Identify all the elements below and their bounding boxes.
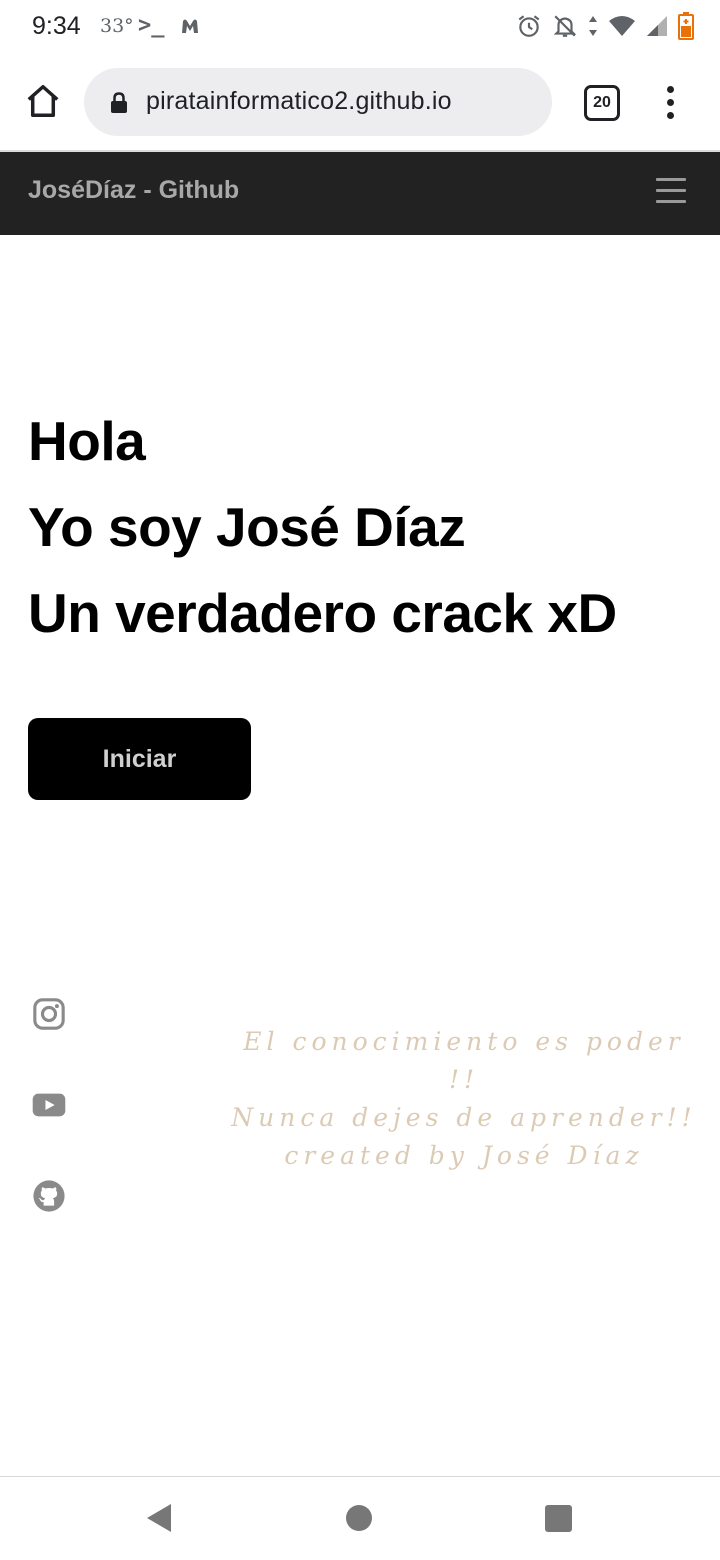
status-time: 9:34 <box>32 12 81 40</box>
instagram-icon[interactable] <box>32 997 66 1031</box>
quote-line-1: El conocimiento es poder !! <box>243 1027 685 1094</box>
home-circle-icon[interactable] <box>346 1505 372 1531</box>
lock-icon[interactable] <box>110 92 128 119</box>
address-bar[interactable]: piratainformatico2.github.io <box>84 68 552 136</box>
notifications-off-icon <box>553 15 577 37</box>
start-button[interactable]: Iniciar <box>28 718 251 800</box>
status-bar: 9:34 33° >_ <box>0 0 720 54</box>
battery-low-icon <box>678 12 694 40</box>
hero-line-1: Hola <box>28 410 146 472</box>
recents-icon[interactable] <box>545 1505 572 1532</box>
more-vert-icon[interactable] <box>662 86 680 120</box>
hamburger-menu-icon[interactable] <box>656 178 686 204</box>
url-text[interactable]: piratainformatico2.github.io <box>146 87 452 116</box>
brand-link[interactable]: JoséDíaz - Github <box>28 176 239 205</box>
quote-line-2: Nunca dejes de aprender!! <box>231 1103 697 1132</box>
status-icons <box>516 12 694 40</box>
site-navbar: JoséDíaz - Github <box>0 152 720 235</box>
quote-line-3: created by José Díaz <box>284 1141 644 1170</box>
alarm-icon <box>518 15 540 37</box>
hero-line-3: Un verdadero crack xD <box>28 582 617 644</box>
youtube-icon[interactable] <box>32 1088 66 1122</box>
malwarebytes-icon <box>178 14 202 43</box>
back-icon[interactable] <box>146 1503 172 1538</box>
tabs-icon[interactable]: 20 <box>584 85 620 121</box>
browser-toolbar: piratainformatico2.github.io 20 <box>0 54 720 150</box>
status-temperature: 33° <box>100 15 134 37</box>
android-nav-bar <box>0 1477 720 1560</box>
terminal-icon: >_ <box>138 13 165 38</box>
data-arrows-icon <box>589 16 597 36</box>
cell-signal-icon <box>647 16 667 36</box>
hero-line-2: Yo soy José Díaz <box>28 496 466 558</box>
wifi-icon <box>609 16 635 36</box>
home-icon[interactable] <box>24 82 62 120</box>
github-icon[interactable] <box>32 1179 66 1213</box>
quote: El conocimiento es poder !! Nunca dejes … <box>226 1023 702 1175</box>
hero-heading: Hola Yo soy José Díaz Un verdadero crack… <box>28 398 617 656</box>
